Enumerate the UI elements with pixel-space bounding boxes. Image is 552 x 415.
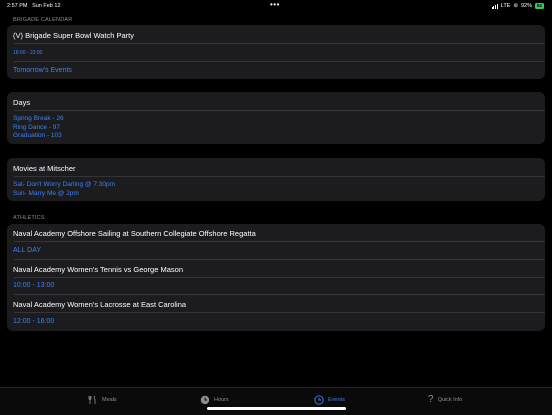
movies-list: Sat- Don't Worry Darling @ 7:30pm Sun- M… — [13, 181, 545, 198]
status-bar: 2:57 PM Sun Feb 12 ••• LTE ⊚ 92% 92 — [0, 0, 552, 12]
divider — [14, 176, 545, 177]
tab-bar: Meals Hours Events ? Quick Info — [0, 387, 552, 415]
days-item: Ring Dance - 97 — [13, 123, 60, 131]
status-date: Sun Feb 12 — [32, 3, 61, 9]
clock-icon — [200, 395, 210, 405]
divider — [14, 61, 545, 62]
tab-label: Hours — [214, 397, 229, 403]
divider — [14, 312, 545, 313]
divider — [14, 259, 545, 260]
athletics-event-time: 10:00 - 13:00 — [13, 282, 55, 289]
athletics-event-time: 12:00 - 16:00 — [13, 318, 55, 325]
divider — [14, 43, 545, 44]
divider — [14, 241, 545, 242]
days-item: Spring Break - 26 — [13, 115, 64, 122]
days-list: Spring Break - 26 Ring Dance - 97 Gradua… — [13, 115, 545, 141]
athletics-card: Naval Academy Offshore Sailing at Southe… — [7, 224, 545, 331]
tab-events[interactable]: Events — [314, 395, 345, 405]
tomorrows-events-link[interactable]: Tomorrow's Events — [13, 67, 545, 74]
tab-label: Quick Info — [437, 397, 463, 403]
network-label: LTE — [500, 3, 511, 9]
battery-icon: 92 — [534, 3, 544, 9]
section-header-athletics: ATHLETICS — [13, 215, 45, 221]
athletics-event-title[interactable]: Naval Academy Offshore Sailing at Southe… — [13, 229, 545, 238]
movies-title: Movies at Mitscher — [13, 164, 76, 173]
brigade-event-title[interactable]: (V) Brigade Super Bowl Watch Party — [13, 31, 545, 40]
divider — [14, 110, 545, 111]
tab-label: Meals — [102, 397, 117, 403]
question-mark-icon: ? — [428, 394, 434, 405]
days-card: Days Spring Break - 26 Ring Dance - 97 G… — [7, 92, 545, 144]
status-indicators: LTE ⊚ 92% 92 — [491, 3, 544, 9]
tab-quick-info[interactable]: ? Quick Info — [428, 395, 462, 405]
brigade-event-time: 18:00 - 23:00 — [13, 50, 43, 56]
section-header-brigade: BRIGADE CALENDAR — [13, 17, 73, 23]
days-title: Days — [13, 98, 31, 107]
athletics-event-title[interactable]: Naval Academy Women's Tennis vs George M… — [13, 265, 545, 274]
tab-hours[interactable]: Hours — [200, 395, 229, 405]
status-time: 2:57 PM — [7, 3, 28, 9]
movie-item: Sat- Don't Worry Darling @ 7:30pm — [13, 181, 116, 188]
status-time-date: 2:57 PM Sun Feb 12 — [7, 3, 61, 9]
tab-meals[interactable]: Meals — [88, 395, 117, 405]
home-indicator[interactable] — [207, 407, 346, 410]
athletics-event-title[interactable]: Naval Academy Women's Lacrosse at East C… — [13, 300, 545, 309]
calendar-clock-icon — [314, 395, 324, 405]
tab-label: Events — [328, 397, 345, 403]
movie-item: Sun- Marry Me @ 2pm — [13, 189, 79, 197]
signal-icon — [491, 3, 498, 9]
movies-card: Movies at Mitscher Sat- Don't Worry Darl… — [7, 158, 545, 201]
days-item: Graduation - 103 — [13, 132, 62, 139]
multitasking-dots-icon[interactable]: ••• — [270, 0, 280, 9]
fork-knife-icon — [88, 395, 96, 404]
divider — [14, 277, 545, 278]
divider — [14, 294, 545, 295]
athletics-event-time: ALL DAY — [13, 247, 42, 254]
battery-percent: 92% — [520, 3, 532, 9]
brigade-card: (V) Brigade Super Bowl Watch Party 18:00… — [7, 25, 545, 79]
location-icon: ⊚ — [513, 3, 518, 9]
